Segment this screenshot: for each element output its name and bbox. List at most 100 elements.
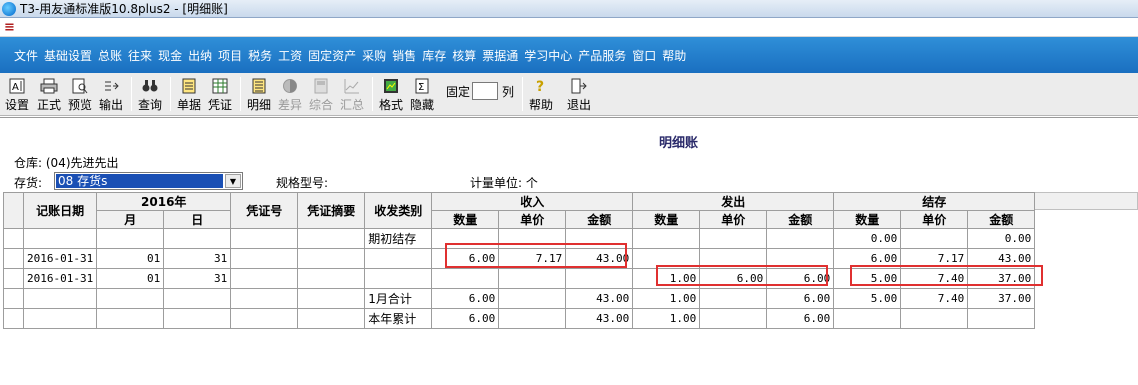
cell-bal-q: 6.00 bbox=[833, 248, 902, 269]
row-selector[interactable] bbox=[3, 308, 24, 329]
query-label: 查询 bbox=[137, 98, 162, 112]
menu-item[interactable]: 出纳 bbox=[188, 47, 212, 64]
row-selector[interactable] bbox=[3, 228, 24, 249]
cell-day: 31 bbox=[163, 268, 232, 289]
row-selector[interactable] bbox=[3, 288, 24, 309]
cell-in-a bbox=[565, 268, 634, 289]
document-system-menu-icon[interactable]: ≡ bbox=[4, 20, 15, 35]
cell-vsum bbox=[297, 248, 366, 269]
detail-button[interactable]: 明细 bbox=[245, 76, 273, 114]
setup-label: 设置 bbox=[4, 98, 29, 112]
detail-icon bbox=[250, 77, 268, 95]
menu-item[interactable]: 窗口 bbox=[632, 47, 656, 64]
header-in-amount: 金额 bbox=[565, 210, 634, 229]
menu-item[interactable]: 票据通 bbox=[482, 47, 518, 64]
menu-item[interactable]: 采购 bbox=[362, 47, 386, 64]
cell-type: 期初结存 bbox=[364, 228, 433, 249]
print-button[interactable]: 正式 bbox=[35, 76, 63, 114]
menu-item[interactable]: 帮助 bbox=[662, 47, 686, 64]
cell-in-p bbox=[498, 288, 567, 309]
row-selector[interactable] bbox=[3, 268, 24, 289]
menu-item[interactable]: 核算 bbox=[452, 47, 476, 64]
cell-in-q: 6.00 bbox=[431, 288, 500, 309]
voucher-label: 凭证 bbox=[207, 98, 232, 112]
binoculars-icon bbox=[141, 77, 159, 95]
help-button[interactable]: ? 帮助 bbox=[527, 76, 555, 114]
cell-vno bbox=[230, 228, 299, 249]
fixed-columns-input[interactable] bbox=[472, 82, 499, 100]
document-button[interactable]: 单据 bbox=[175, 76, 203, 114]
menu-item[interactable]: 固定资产 bbox=[308, 47, 356, 64]
menu-item[interactable]: 税务 bbox=[248, 47, 272, 64]
menu-item[interactable]: 往来 bbox=[128, 47, 152, 64]
header-type: 收发类别 bbox=[364, 192, 433, 229]
cell-day bbox=[163, 308, 232, 329]
cell-bal-a: 43.00 bbox=[967, 248, 1036, 269]
summary-button[interactable]: 汇总 bbox=[338, 76, 366, 114]
menu-item[interactable]: 基础设置 bbox=[44, 47, 92, 64]
cell-bal-p: 7.40 bbox=[900, 288, 969, 309]
toolbar-separator bbox=[131, 77, 132, 111]
menu-item[interactable]: 项目 bbox=[218, 47, 242, 64]
table-row[interactable]: 1月合计 6.00 43.00 1.00 6.00 5.00 7.40 37.00 bbox=[3, 288, 1036, 309]
cell-in-p bbox=[498, 308, 567, 329]
cell-out-a bbox=[766, 248, 835, 269]
mdi-system-row: ≡ bbox=[0, 18, 1138, 37]
cell-out-p bbox=[699, 228, 768, 249]
table-row[interactable]: 2016-01-31 01 31 1.00 6.00 6.00 5.00 7.40 37.00 bbox=[3, 268, 1036, 289]
header-voucher-summary: 凭证摘要 bbox=[297, 192, 366, 229]
dropdown-arrow-icon[interactable]: ▼ bbox=[225, 174, 241, 188]
header-in-qty: 数量 bbox=[431, 210, 500, 229]
cell-vsum bbox=[297, 308, 366, 329]
cell-in-q: 6.00 bbox=[431, 308, 500, 329]
preview-button[interactable]: 预览 bbox=[66, 76, 94, 114]
export-button[interactable]: 输出 bbox=[97, 76, 125, 114]
cell-bal-p: 7.17 bbox=[900, 248, 969, 269]
window-title: T3-用友通标准版10.8plus2 - [明细账] bbox=[20, 2, 228, 16]
hide-button[interactable]: Σ 隐藏 bbox=[408, 76, 436, 114]
cell-vno bbox=[230, 288, 299, 309]
query-button[interactable]: 查询 bbox=[136, 76, 164, 114]
fixed-columns-control: 固定 列 bbox=[446, 82, 514, 100]
difference-icon bbox=[281, 77, 299, 95]
row-selector[interactable] bbox=[3, 248, 24, 269]
cell-month bbox=[96, 228, 165, 249]
table-row[interactable]: 2016-01-31 01 31 6.00 7.17 43.00 6.00 7.17 43.00 bbox=[3, 248, 1036, 269]
menu-item[interactable]: 文件 bbox=[14, 47, 38, 64]
setup-button[interactable]: A 设置 bbox=[4, 76, 30, 114]
toolbar-separator bbox=[522, 77, 523, 111]
svg-text:A: A bbox=[12, 82, 19, 93]
menu-item[interactable]: 学习中心 bbox=[524, 47, 572, 64]
detail-label: 明细 bbox=[246, 98, 271, 112]
cell-out-q: 1.00 bbox=[632, 268, 701, 289]
menu-item[interactable]: 销售 bbox=[392, 47, 416, 64]
header-out-amount: 金额 bbox=[766, 210, 835, 229]
document-label: 单据 bbox=[176, 98, 201, 112]
format-label: 格式 bbox=[378, 98, 403, 112]
exit-button[interactable]: 退出 bbox=[565, 76, 593, 114]
header-voucher-no: 凭证号 bbox=[230, 192, 299, 229]
stock-select[interactable]: 08 存货s ▼ bbox=[54, 172, 243, 190]
table-row[interactable]: 期初结存 0.00 0.00 bbox=[3, 228, 1036, 249]
menu-item[interactable]: 库存 bbox=[422, 47, 446, 64]
cell-in-p bbox=[498, 268, 567, 289]
format-button[interactable]: 格式 bbox=[377, 76, 405, 114]
cell-date bbox=[22, 288, 98, 309]
difference-button[interactable]: 差异 bbox=[276, 76, 304, 114]
help-label: 帮助 bbox=[528, 98, 553, 112]
cell-bal-q: 5.00 bbox=[833, 268, 902, 289]
header-row-1: 记账日期 2016年 凭证号 凭证摘要 收发类别 收入 发出 结存 bbox=[3, 192, 1036, 229]
summary-label: 汇总 bbox=[339, 98, 364, 112]
comprehensive-button[interactable]: 综合 bbox=[307, 76, 335, 114]
header-date: 记账日期 bbox=[22, 192, 98, 229]
menu-item[interactable]: 现金 bbox=[158, 47, 182, 64]
help-icon: ? bbox=[532, 77, 550, 95]
menu-item[interactable]: 工资 bbox=[278, 47, 302, 64]
menu-item[interactable]: 总账 bbox=[98, 47, 122, 64]
voucher-button[interactable]: 凭证 bbox=[206, 76, 234, 114]
spec-label: 规格型号: bbox=[276, 176, 329, 190]
table-row[interactable]: 本年累计 6.00 43.00 1.00 6.00 bbox=[3, 308, 1036, 329]
menu-item[interactable]: 产品服务 bbox=[578, 47, 626, 64]
header-balance: 结存 bbox=[833, 192, 1036, 211]
voucher-icon bbox=[211, 77, 229, 95]
